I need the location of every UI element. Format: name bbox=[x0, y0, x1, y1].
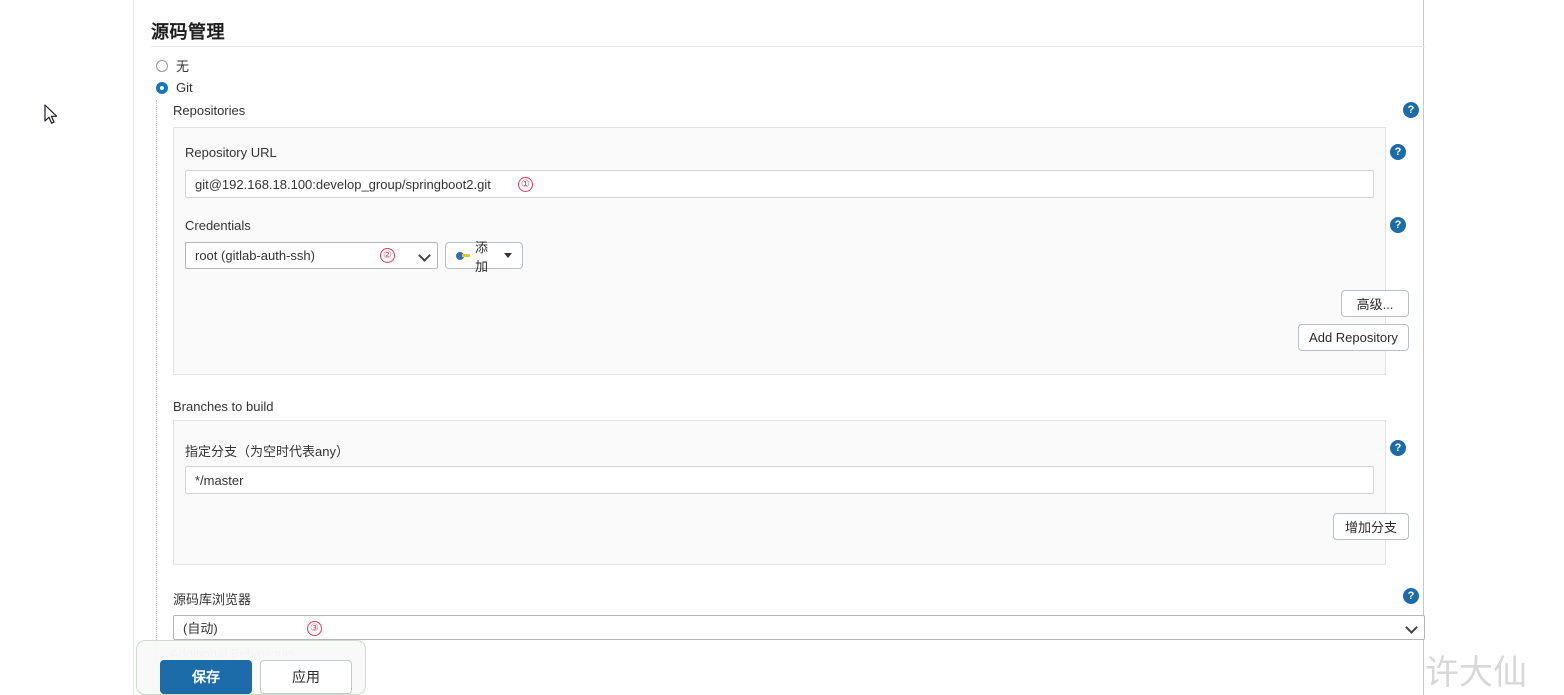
scm-option-none-label: 无 bbox=[176, 59, 190, 74]
radio-git-icon[interactable] bbox=[156, 81, 168, 94]
repo-browser-help-icon[interactable]: ? bbox=[1403, 588, 1419, 604]
repositories-group-label: Repositories bbox=[173, 103, 246, 118]
repository-url-label: Repository URL bbox=[185, 145, 277, 160]
repo-browser-label: 源码库浏览器 bbox=[173, 592, 252, 607]
scm-config-panel: 源码管理 无 Git Repositories ? Repository URL… bbox=[133, 0, 1425, 695]
annotation-marker-2: ② bbox=[380, 248, 395, 263]
watermark: 许大仙 bbox=[1425, 653, 1527, 693]
annotation-marker-1: ① bbox=[518, 177, 533, 192]
caret-down-icon bbox=[504, 253, 512, 258]
add-credentials-label: 添加 bbox=[475, 239, 489, 274]
apply-button[interactable]: 应用 bbox=[260, 660, 352, 694]
chevron-down-icon-2 bbox=[1405, 620, 1418, 634]
annotation-marker-3: ③ bbox=[307, 621, 322, 636]
key-icon bbox=[456, 251, 470, 261]
repository-url-input[interactable]: git@192.168.18.100:develop_group/springb… bbox=[185, 170, 1374, 198]
credentials-help-icon[interactable]: ? bbox=[1390, 217, 1406, 233]
scm-option-git[interactable]: Git bbox=[156, 80, 193, 95]
page-title: 源码管理 bbox=[151, 22, 225, 42]
credentials-label: Credentials bbox=[185, 218, 251, 233]
branch-spec-label: 指定分支（为空时代表any） bbox=[185, 444, 349, 459]
credentials-select[interactable]: root (gitlab-auth-ssh) bbox=[185, 242, 438, 269]
repo-browser-select[interactable]: (自动) bbox=[173, 615, 1425, 640]
radio-none-icon[interactable] bbox=[156, 59, 168, 72]
add-repository-button[interactable]: Add Repository bbox=[1298, 324, 1409, 351]
repo-browser-select-value: (自动) bbox=[183, 621, 218, 636]
mouse-cursor bbox=[44, 104, 58, 130]
branches-group-label: Branches to build bbox=[173, 399, 274, 414]
nesting-guide bbox=[156, 100, 157, 660]
credentials-select-value: root (gitlab-auth-ssh) bbox=[195, 248, 315, 263]
chevron-down-icon bbox=[418, 248, 431, 262]
branch-spec-input[interactable]: */master bbox=[185, 466, 1374, 494]
branches-help-icon[interactable]: ? bbox=[1390, 440, 1406, 456]
add-credentials-button[interactable]: 添加 bbox=[445, 240, 523, 274]
advanced-button[interactable]: 高级... bbox=[1341, 290, 1409, 317]
title-divider bbox=[151, 46, 1425, 47]
save-button[interactable]: 保存 bbox=[160, 660, 252, 694]
add-branch-button[interactable]: 增加分支 bbox=[1333, 513, 1409, 540]
scm-option-none[interactable]: 无 bbox=[156, 56, 189, 75]
repository-url-help-icon[interactable]: ? bbox=[1390, 144, 1406, 160]
repositories-help-icon[interactable]: ? bbox=[1403, 102, 1419, 118]
screen-root: 源码管理 无 Git Repositories ? Repository URL… bbox=[0, 0, 1564, 695]
scm-option-git-label: Git bbox=[176, 80, 193, 95]
